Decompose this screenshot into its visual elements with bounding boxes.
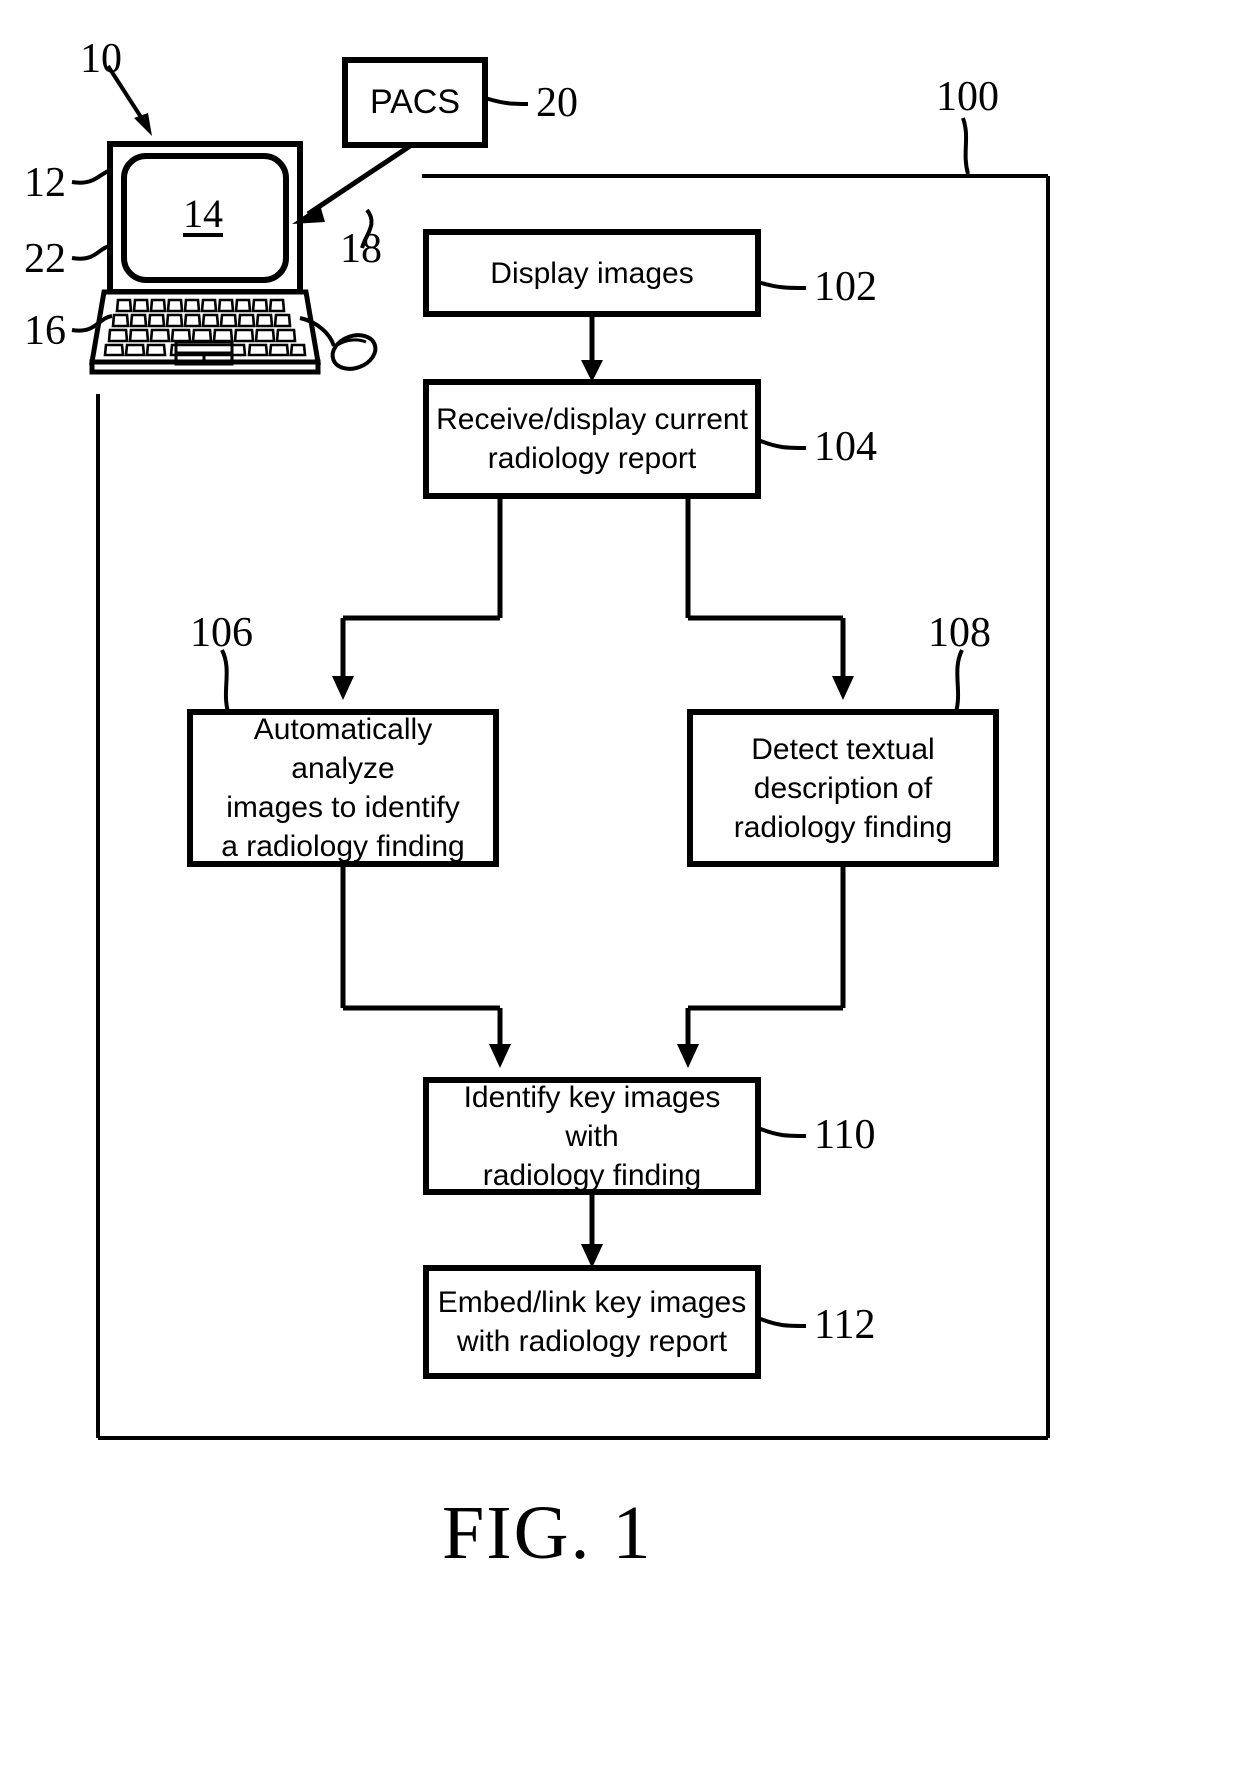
ref-num-106: 106 xyxy=(190,610,253,656)
pacs-label: PACS xyxy=(369,83,461,121)
ref-num-112: 112 xyxy=(814,1302,876,1348)
leader-100 xyxy=(961,117,970,175)
connector-108-110 xyxy=(677,864,846,1068)
step-label-106: Automatically analyze images to identify… xyxy=(221,713,465,863)
connector-104-108 xyxy=(685,496,854,700)
step-label-112: Embed/link key images with radiology rep… xyxy=(437,1286,747,1358)
leader-112 xyxy=(757,1316,807,1328)
ref-num-102: 102 xyxy=(814,264,877,310)
ref-num-108: 108 xyxy=(928,610,991,656)
ref-num-10: 10 xyxy=(80,36,122,82)
ref-num-16: 16 xyxy=(24,308,66,354)
ref-num-12: 12 xyxy=(24,160,66,206)
leader-22 xyxy=(71,244,111,261)
ref-num-18: 18 xyxy=(340,226,382,272)
leader-20 xyxy=(484,96,529,106)
ref-num-104: 104 xyxy=(814,424,877,470)
leader-12 xyxy=(71,168,113,185)
patent-figure: 10 12 22 16 14 PACS 20 18 100 Display im… xyxy=(0,0,1240,1788)
leader-104 xyxy=(757,438,807,450)
step-label-104: Receive/display current radiology report xyxy=(436,403,748,475)
ref-num-110: 110 xyxy=(814,1112,876,1158)
connector-110-112 xyxy=(581,1192,603,1268)
ref-num-20: 20 xyxy=(536,80,578,126)
step-label-110: Identify key images with radiology findi… xyxy=(463,1080,721,1192)
screen-content-label: 14 xyxy=(183,191,223,236)
step-label-108: Detect textual description of radiology … xyxy=(733,732,953,844)
step-label-102: Display images xyxy=(490,256,694,290)
ref-num-100: 100 xyxy=(936,74,999,120)
figure-caption: FIG. 1 xyxy=(442,1491,653,1575)
leader-108 xyxy=(954,649,964,713)
ref-num-22: 22 xyxy=(24,236,66,282)
connector-102-104 xyxy=(581,314,603,382)
leader-106 xyxy=(220,649,230,713)
connector-106-110 xyxy=(340,864,511,1068)
leader-110 xyxy=(757,1126,807,1138)
pacs-to-workstation-arrow xyxy=(292,143,412,224)
leader-102 xyxy=(757,280,807,290)
connector-104-106 xyxy=(332,496,503,700)
